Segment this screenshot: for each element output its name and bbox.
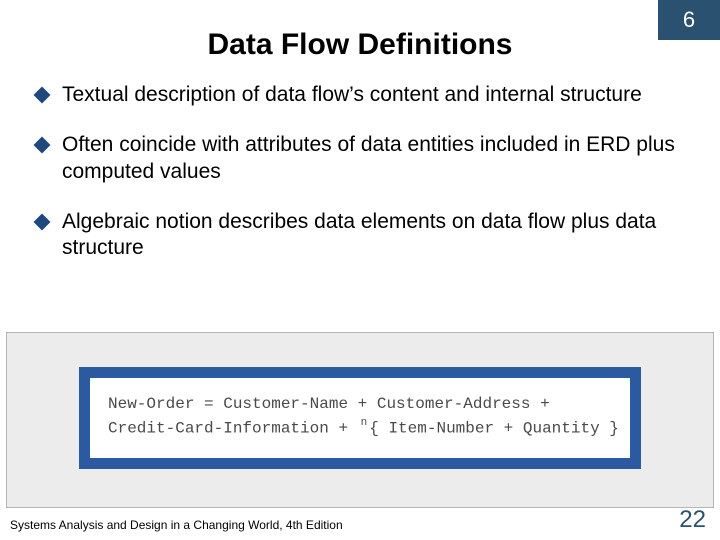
repeat-superscript: n [361, 415, 368, 432]
code-block: New-Order = Customer-Name + Customer-Add… [79, 367, 641, 469]
code-line: Credit-Card-Information + n{ Item-Number… [108, 416, 612, 440]
code-frag: Credit-Card-Information + [108, 419, 358, 437]
list-item: Algebraic notion describes data elements… [36, 209, 684, 262]
slide-number: 22 [679, 506, 706, 534]
bullet-list: Textual description of data flow’s conte… [36, 82, 684, 285]
slide-title: Data Flow Definitions [0, 28, 720, 62]
slide: 6 Data Flow Definitions Textual descript… [0, 0, 720, 540]
code-figure: New-Order = Customer-Name + Customer-Add… [6, 332, 714, 508]
bullet-text: Algebraic notion describes data elements… [62, 209, 684, 262]
list-item: Textual description of data flow’s conte… [36, 82, 684, 108]
bullet-text: Often coincide with attributes of data e… [62, 132, 684, 185]
code-line: New-Order = Customer-Name + Customer-Add… [108, 392, 612, 416]
diamond-icon [34, 87, 51, 104]
code-frag: { Item-Number + Quantity } [369, 419, 619, 437]
diamond-icon [34, 213, 51, 230]
diamond-icon [34, 137, 51, 154]
footer-text: Systems Analysis and Design in a Changin… [10, 518, 343, 532]
list-item: Often coincide with attributes of data e… [36, 132, 684, 185]
bullet-text: Textual description of data flow’s conte… [62, 82, 642, 108]
